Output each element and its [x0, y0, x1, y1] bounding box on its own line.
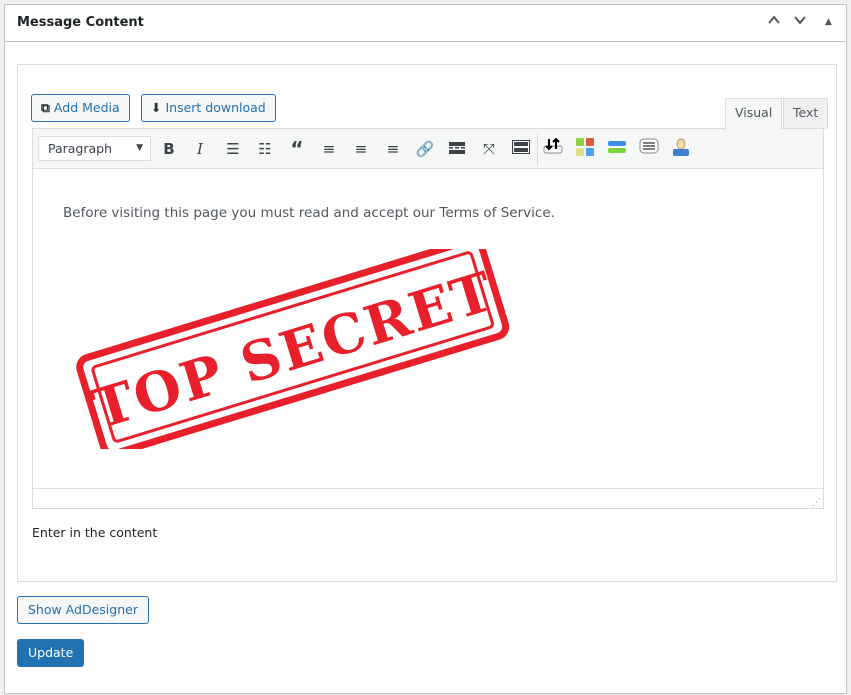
- panel-title: Message Content: [17, 15, 144, 30]
- editor-statusbar: ⋰: [32, 488, 824, 509]
- editor-paragraph: Before visiting this page you must read …: [63, 205, 555, 221]
- bars-icon[interactable]: [606, 138, 628, 160]
- editor-toolbar: Paragraph ▼ B I ☰ ☷ “ ≡ ≡ ≡ 🔗 ⤧: [32, 128, 824, 169]
- panel-header: Message Content ▲: [5, 5, 846, 42]
- move-up-icon[interactable]: [767, 13, 781, 31]
- user-icon[interactable]: [670, 138, 692, 160]
- numbered-list-icon[interactable]: ☷: [254, 138, 276, 160]
- tab-visual[interactable]: Visual: [725, 98, 783, 130]
- read-more-icon[interactable]: [446, 138, 468, 160]
- editor-content-area[interactable]: Before visiting this page you must read …: [32, 169, 824, 489]
- download-icon: ⬇: [151, 100, 162, 115]
- fullscreen-icon[interactable]: ⤧: [478, 138, 500, 160]
- text-box-icon[interactable]: [638, 138, 660, 160]
- toolbar-divider: [537, 133, 538, 166]
- collapse-toggle-icon[interactable]: ▲: [825, 17, 832, 27]
- help-text: Enter in the content: [32, 525, 158, 540]
- update-button[interactable]: Update: [17, 639, 85, 667]
- link-icon[interactable]: 🔗: [414, 138, 436, 160]
- format-select[interactable]: Paragraph ▼: [38, 136, 151, 161]
- italic-icon[interactable]: I: [189, 138, 211, 160]
- align-left-icon[interactable]: ≡: [318, 138, 340, 160]
- top-secret-stamp-image: TOP SECRET: [76, 249, 510, 449]
- blockquote-icon[interactable]: “: [286, 138, 308, 160]
- insert-download-button[interactable]: ⬇ Insert download: [141, 94, 276, 122]
- bold-icon[interactable]: B: [158, 138, 180, 160]
- resize-handle-icon[interactable]: ⋰: [812, 498, 821, 508]
- align-right-icon[interactable]: ≡: [382, 138, 404, 160]
- editor-wrapper: ⧉ Add Media ⬇ Insert download Visual Tex…: [17, 64, 837, 582]
- message-content-panel: Message Content ▲ ⧉ Add Media ⬇ Insert d…: [4, 4, 847, 694]
- chevron-down-icon: ▼: [136, 143, 143, 153]
- tab-text[interactable]: Text: [783, 98, 829, 129]
- show-addesigner-button[interactable]: Show AdDesigner: [17, 596, 149, 624]
- align-center-icon[interactable]: ≡: [350, 138, 372, 160]
- media-icon: ⧉: [41, 100, 50, 115]
- add-media-label: Add Media: [53, 100, 120, 115]
- format-select-value: Paragraph: [48, 141, 113, 156]
- move-down-icon[interactable]: [793, 13, 807, 31]
- add-media-button[interactable]: ⧉ Add Media: [31, 94, 130, 122]
- toolbar-toggle-icon[interactable]: [510, 138, 532, 160]
- insert-download-label: Insert download: [165, 100, 266, 115]
- grid-icon[interactable]: [574, 138, 596, 160]
- bullet-list-icon[interactable]: ☰: [222, 138, 244, 160]
- sort-icon[interactable]: [542, 137, 564, 160]
